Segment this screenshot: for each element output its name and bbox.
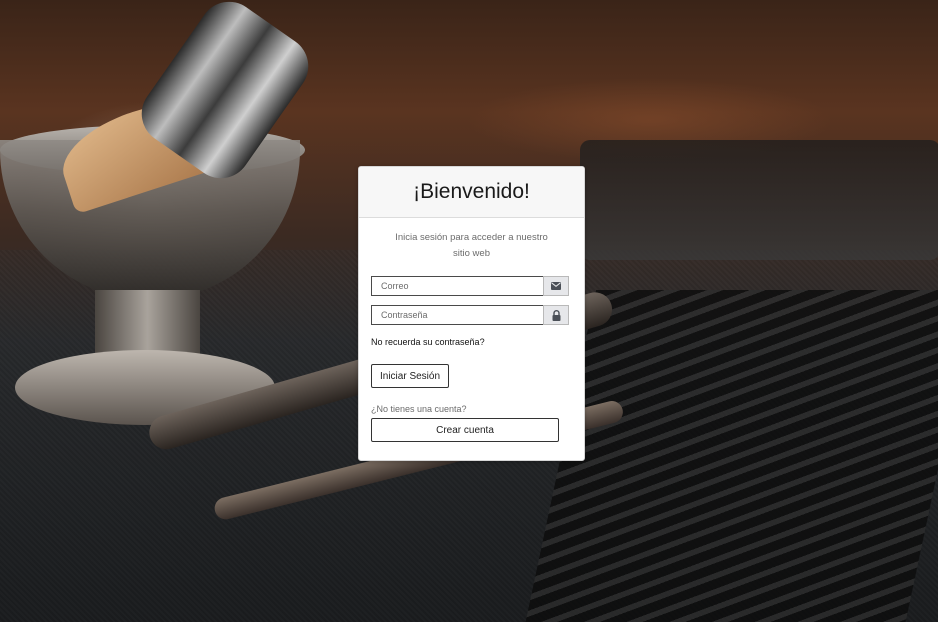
login-card: ¡Bienvenido! Inicia sesión para acceder … xyxy=(358,166,585,461)
welcome-title: ¡Bienvenido! xyxy=(413,180,530,203)
card-header: ¡Bienvenido! xyxy=(359,167,584,218)
email-addon xyxy=(543,276,569,296)
password-addon xyxy=(543,305,569,325)
login-subtitle: Inicia sesión para acceder a nuestro sit… xyxy=(395,232,548,259)
login-button[interactable]: Iniciar Sesión xyxy=(371,364,450,388)
forgot-password-link[interactable]: No recuerda su contraseña? xyxy=(371,337,572,347)
email-input-group xyxy=(371,276,569,296)
combs-decor xyxy=(523,290,938,622)
envelope-icon xyxy=(551,282,561,290)
register-button[interactable]: Crear cuenta xyxy=(371,418,559,442)
password-field[interactable] xyxy=(371,305,543,325)
lock-icon xyxy=(552,309,560,321)
password-input-group xyxy=(371,305,569,325)
no-account-text: ¿No tienes una cuenta? xyxy=(371,404,467,414)
clipper-decor xyxy=(580,140,938,260)
email-field[interactable] xyxy=(371,276,543,296)
card-body: Inicia sesión para acceder a nuestro sit… xyxy=(359,218,584,452)
